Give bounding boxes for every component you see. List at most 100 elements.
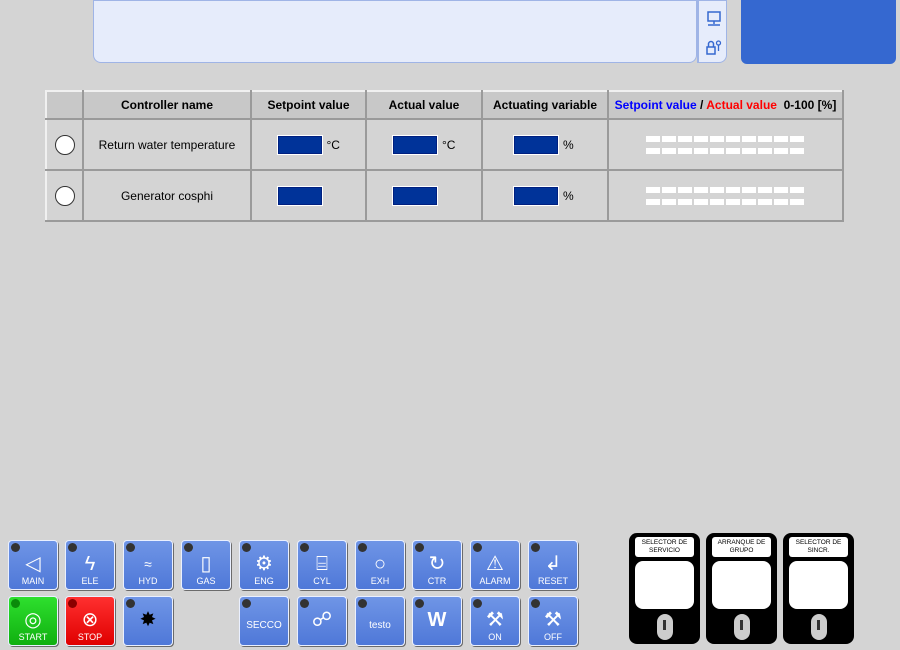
status-led [531,599,540,608]
message-display [93,0,697,63]
cylinder-icon: ⌸ [316,553,328,575]
status-led [300,599,309,608]
lightning-icon: ϟ [84,553,96,575]
stop-button[interactable]: ⊗ STOP [65,596,115,646]
status-led [473,543,482,552]
wrench-icon: ⚒ [544,609,562,631]
service-selector-panel: SELECTOR DE SERVICIO [629,533,700,644]
selector-window [635,561,694,609]
selector-title: ARRANQUE DE GRUPO [712,537,771,557]
exhaust-icon: ○ [373,553,387,575]
status-led [126,543,135,552]
exh-button[interactable]: ○ EXH [355,540,405,590]
secco-button[interactable]: SECCO [239,596,289,646]
legend-separator: / [696,98,707,112]
status-led [11,543,20,552]
start-button[interactable]: ◎ START [8,596,58,646]
on-button[interactable]: ⚒ ON [470,596,520,646]
reset-icon: ↲ [544,553,562,575]
key-switch[interactable] [811,614,827,640]
column-header-actual: Actual value [365,90,483,120]
broken-glass-button[interactable]: ✸ [123,596,173,646]
status-led [473,599,482,608]
column-header-controller-name: Controller name [82,90,252,120]
status-led [415,599,424,608]
bar-graph [645,135,806,154]
row-select-radio[interactable] [54,134,75,155]
status-led [11,599,20,608]
table-header-row: Controller name Setpoint value Actual va… [45,90,844,120]
network-icon[interactable] [706,11,722,27]
key-slot-icon [740,620,743,630]
eng-button[interactable]: ⚙ ENG [239,540,289,590]
status-led [358,543,367,552]
setpoint-value-field[interactable] [276,134,323,155]
hyd-button[interactable]: ≈ HYD [123,540,173,590]
status-led [184,543,193,552]
column-header-select [45,90,84,120]
key-switch[interactable] [734,614,750,640]
gas-cylinder-icon: ▯ [200,553,212,575]
column-header-legend: Setpoint value / Actual value 0-100 [%] [607,90,844,120]
warning-icon: ⚠ [486,553,504,575]
table-row: Generator cosphi % [45,169,844,222]
setpoint-value-field[interactable] [276,185,323,206]
legend-actual: Actual value [706,98,777,112]
column-header-actuating: Actuating variable [481,90,609,120]
xray-icon: ☍ [311,609,333,631]
status-led [68,543,77,552]
row-select-radio[interactable] [54,185,75,206]
ctr-button[interactable]: ↻ CTR [412,540,462,590]
status-led [415,543,424,552]
table-row: Return water temperature °C °C % [45,118,844,171]
off-button[interactable]: ⚒ OFF [528,596,578,646]
legend-setpoint: Setpoint value [614,98,697,112]
main-button[interactable]: ◁ MAIN [8,540,58,590]
actuating-unit: % [563,137,574,152]
wrench-icon: ⚒ [486,609,504,631]
ele-button[interactable]: ϟ ELE [65,540,115,590]
bar-graph [645,186,806,205]
selector-window [789,561,848,609]
header-icon-panel [697,0,727,63]
status-led [68,599,77,608]
xray-button[interactable]: ☍ [297,596,347,646]
actual-value-field [392,134,438,155]
status-led [242,543,251,552]
column-header-setpoint: Setpoint value [250,90,367,120]
water-icon: ≈ [144,556,152,572]
cycle-icon: ↻ [428,553,446,575]
actual-bar [645,147,806,154]
setpoint-bar [645,135,806,142]
horn-icon: ◁ [25,553,41,575]
key-slot-icon [663,620,666,630]
engine-icon: ⚙ [255,553,273,575]
broken-glass-icon: ✸ [139,609,157,631]
w-logo-icon: W [427,609,447,631]
testo-button[interactable]: testo [355,596,405,646]
status-panel[interactable] [741,0,896,64]
sync-selector-panel: SELECTOR DE SINCR. [783,533,854,644]
selector-title: SELECTOR DE SERVICIO [635,537,694,557]
key-switch[interactable] [657,614,673,640]
status-led [242,599,251,608]
group-start-panel: ARRANQUE DE GRUPO [706,533,777,644]
controller-name: Generator cosphi [82,169,252,222]
start-icon: ◎ [24,609,42,631]
controller-table: Controller name Setpoint value Actual va… [45,90,844,222]
actual-bar [645,198,806,205]
testo-logo: testo [369,620,391,631]
legend-range: 0-100 [%] [783,98,837,112]
selector-window [712,561,771,609]
gas-button[interactable]: ▯ GAS [181,540,231,590]
actual-unit: °C [442,137,456,152]
lock-key-icon[interactable] [706,39,722,55]
w-logo-button[interactable]: W [412,596,462,646]
setpoint-bar [645,186,806,193]
reset-button[interactable]: ↲ RESET [528,540,578,590]
secco-logo: SECCO [246,620,282,631]
alarm-button[interactable]: ⚠ ALARM [470,540,520,590]
status-led [126,599,135,608]
status-led [358,599,367,608]
cyl-button[interactable]: ⌸ CYL [297,540,347,590]
